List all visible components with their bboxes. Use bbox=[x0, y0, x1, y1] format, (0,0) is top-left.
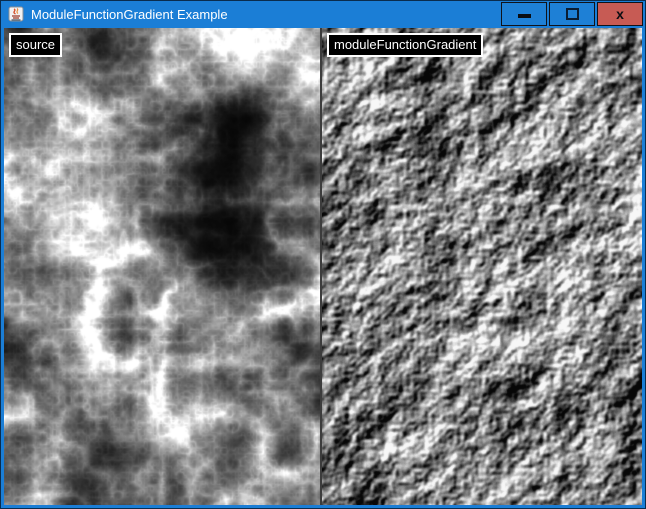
gradient-label: moduleFunctionGradient bbox=[327, 33, 483, 57]
app-window: ModuleFunctionGradient Example x source … bbox=[0, 0, 646, 509]
source-image bbox=[4, 28, 320, 505]
source-label: source bbox=[9, 33, 62, 57]
titlebar[interactable]: ModuleFunctionGradient Example x bbox=[1, 1, 645, 27]
maximize-button[interactable] bbox=[549, 2, 595, 26]
minimize-button[interactable] bbox=[501, 2, 547, 26]
gradient-image bbox=[322, 28, 642, 505]
window-title: ModuleFunctionGradient Example bbox=[31, 7, 228, 22]
content-area: source moduleFunctionGradient bbox=[4, 28, 642, 505]
panel-source: source bbox=[4, 28, 320, 505]
close-button[interactable]: x bbox=[597, 2, 643, 26]
close-icon: x bbox=[616, 7, 624, 21]
minimize-icon bbox=[518, 14, 531, 18]
panel-gradient: moduleFunctionGradient bbox=[322, 28, 642, 505]
window-controls: x bbox=[501, 2, 643, 26]
maximize-icon bbox=[566, 8, 579, 20]
java-coffee-cup-icon bbox=[8, 6, 24, 22]
